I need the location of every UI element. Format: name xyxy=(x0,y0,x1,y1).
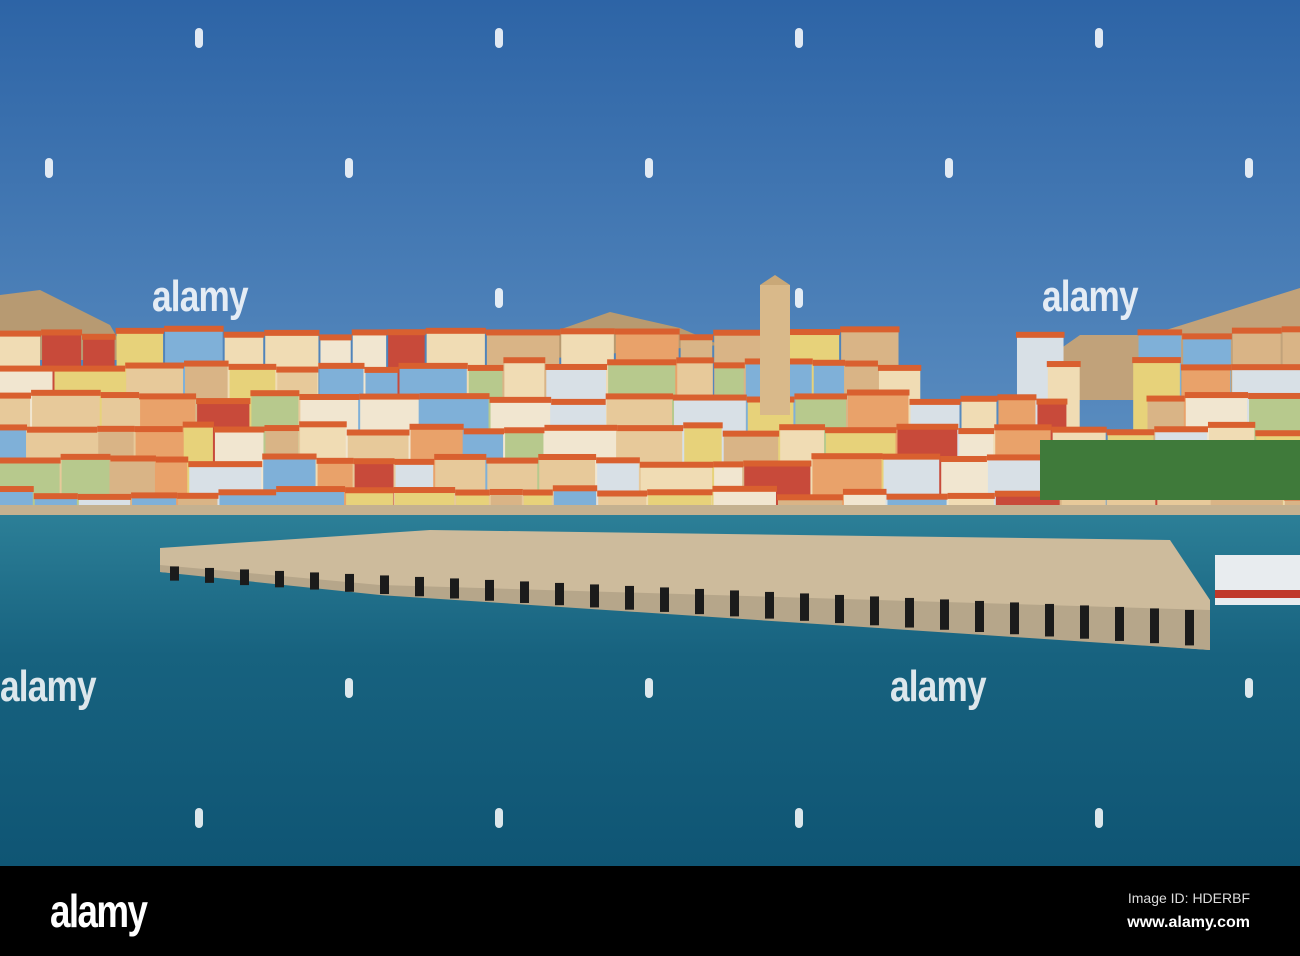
fender xyxy=(870,596,879,626)
watermark: alamy xyxy=(0,662,97,711)
fender xyxy=(765,591,774,619)
harbour-photo xyxy=(0,0,1300,866)
watermark-dot xyxy=(1095,808,1103,828)
fender xyxy=(555,582,564,606)
fender xyxy=(275,570,284,588)
fender xyxy=(205,567,214,583)
fender xyxy=(450,578,459,599)
trees xyxy=(1040,440,1300,500)
alamy-logo: alamy xyxy=(50,885,148,937)
fender xyxy=(1080,605,1089,639)
fender xyxy=(835,594,844,624)
site-url[interactable]: www.alamy.com xyxy=(1127,914,1250,932)
watermark-dot xyxy=(795,288,803,308)
fender xyxy=(1185,609,1194,646)
fender xyxy=(485,579,494,601)
watermark-dot xyxy=(1245,158,1253,178)
stock-photo: alamy alamy alamy alamy alamy Image ID: … xyxy=(0,0,1300,956)
fender xyxy=(345,573,354,592)
fender xyxy=(590,584,599,608)
watermark: alamy xyxy=(1042,272,1139,321)
watermark-dot xyxy=(195,808,203,828)
watermark-dot xyxy=(1245,678,1253,698)
fender xyxy=(940,599,949,630)
fender xyxy=(800,593,809,621)
fender xyxy=(310,572,319,590)
watermark-dot xyxy=(945,158,953,178)
watermark-dot xyxy=(345,678,353,698)
fender xyxy=(625,585,634,610)
fender xyxy=(1115,606,1124,641)
watermark: alamy xyxy=(890,662,987,711)
fender xyxy=(1150,608,1159,644)
fender xyxy=(730,590,739,617)
fender xyxy=(660,587,669,612)
fender xyxy=(1045,603,1054,637)
watermark-dot xyxy=(645,158,653,178)
watermark-dot xyxy=(795,808,803,828)
watermark-dot xyxy=(345,158,353,178)
watermark-dot xyxy=(495,28,503,48)
watermark-dot xyxy=(795,28,803,48)
watermark-dot xyxy=(1095,28,1103,48)
watermark-dot xyxy=(645,678,653,698)
footer-bar: alamy Image ID: HDERBF www.alamy.com xyxy=(0,866,1300,956)
fender xyxy=(905,597,914,628)
watermark-dot xyxy=(195,28,203,48)
fender xyxy=(975,600,984,633)
fender xyxy=(240,569,249,586)
fender xyxy=(695,588,704,615)
watermark: alamy xyxy=(152,272,249,321)
bell-tower xyxy=(760,285,790,415)
image-id: Image ID: HDERBF xyxy=(1127,890,1250,906)
fender xyxy=(415,576,424,597)
watermark-dot xyxy=(495,808,503,828)
watermark-dot xyxy=(495,288,503,308)
fender xyxy=(380,575,389,595)
fender xyxy=(1010,602,1019,635)
fender xyxy=(520,581,529,603)
watermark-dot xyxy=(45,158,53,178)
fender xyxy=(170,566,179,581)
